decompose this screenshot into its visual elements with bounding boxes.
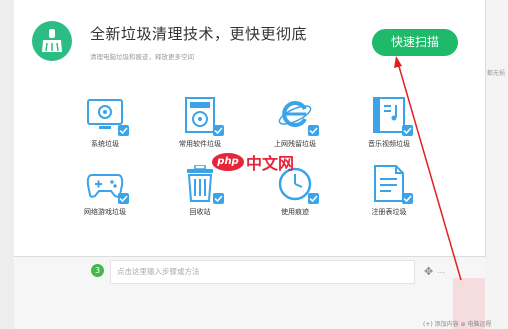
red-annotation-arrow — [394, 56, 462, 281]
